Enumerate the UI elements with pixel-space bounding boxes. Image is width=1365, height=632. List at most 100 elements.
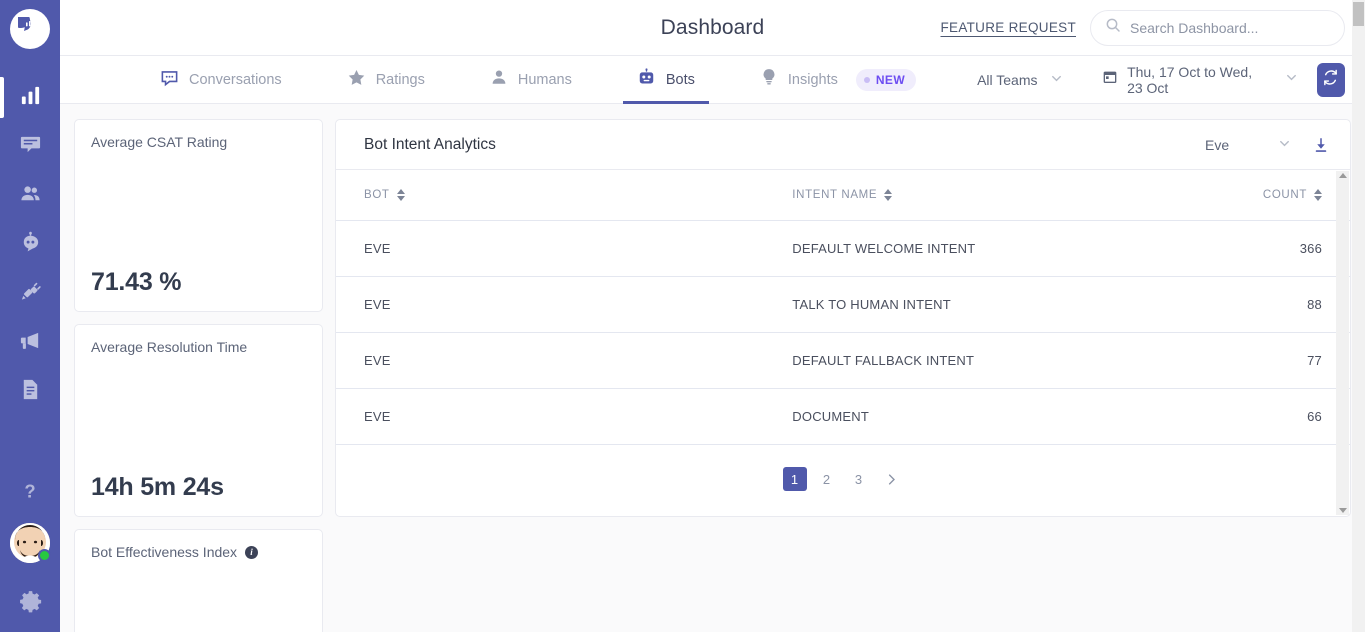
- badge-dot: [863, 76, 870, 83]
- chevron-down-icon: [1284, 70, 1299, 90]
- document-icon: [19, 378, 42, 406]
- app-logo[interactable]: [10, 9, 50, 49]
- date-range-picker[interactable]: Thu, 17 Oct to Wed, 23 Oct: [1102, 64, 1299, 96]
- tab-ratings[interactable]: Ratings: [333, 56, 439, 104]
- chevron-down-icon: [1049, 71, 1064, 89]
- sort-icon: [396, 189, 405, 201]
- chat-bubble-icon: [160, 68, 179, 92]
- tab-label: Ratings: [375, 71, 425, 88]
- card-value: 14h 5m 24s: [91, 473, 224, 501]
- cell-count: 66: [1147, 388, 1350, 445]
- col-count[interactable]: COUNT: [1147, 170, 1350, 221]
- search-box[interactable]: [1090, 9, 1345, 46]
- main-area: Dashboard FEATURE REQUEST Search Dashboa…: [60, 0, 1365, 632]
- sidebar-item-conversations[interactable]: [0, 122, 60, 171]
- page-scrollbar[interactable]: [1352, 0, 1365, 632]
- topbar-right: FEATURE REQUEST: [940, 9, 1365, 46]
- card-average-resolution-time: Average Resolution Time 14h 5m 24s: [74, 324, 323, 517]
- chat-analytics-logo-icon: [18, 17, 34, 31]
- robot-head-icon: [637, 67, 656, 92]
- sort-icon: [1314, 189, 1322, 201]
- table-row[interactable]: EVE DEFAULT WELCOME INTENT 366: [336, 220, 1350, 277]
- tab-label: Humans: [517, 71, 572, 88]
- tab-label: Conversations: [189, 71, 282, 88]
- panel-title: Bot Intent Analytics: [364, 135, 496, 153]
- card-title-label: Bot Effectiveness Index: [91, 544, 238, 560]
- col-label: COUNT: [1262, 189, 1307, 201]
- people-icon: [19, 182, 42, 210]
- cell-bot: EVE: [336, 332, 793, 389]
- megaphone-icon: [19, 329, 42, 357]
- search-input[interactable]: [1130, 19, 1330, 36]
- star-icon: [347, 68, 366, 92]
- cell-intent: DEFAULT WELCOME INTENT: [792, 220, 1148, 277]
- bot-intent-table: BOT INTENT NAME COUNT EVE DEFAULT WELCOM…: [336, 170, 1350, 445]
- tab-label: Insights: [787, 71, 838, 88]
- question-mark-icon[interactable]: ?: [17, 478, 43, 509]
- info-icon[interactable]: i: [245, 545, 259, 559]
- table-header-row: BOT INTENT NAME COUNT: [336, 170, 1350, 221]
- page-1-button[interactable]: 1: [782, 467, 807, 491]
- card-value: 71.43 %: [91, 268, 182, 296]
- col-label: INTENT NAME: [792, 189, 878, 201]
- metric-cards: Average CSAT Rating 71.43 % Average Reso…: [74, 119, 323, 632]
- tab-label: Bots: [665, 71, 695, 88]
- cell-count: 366: [1147, 220, 1350, 277]
- scrollbar-thumb[interactable]: [1353, 2, 1364, 26]
- sort-icon: [884, 189, 893, 201]
- tab-conversations[interactable]: Conversations: [146, 56, 296, 104]
- tab-bar-filters: All Teams Thu, 17 Oct to Wed, 23 Oct: [967, 62, 1365, 97]
- tab-humans[interactable]: Humans: [476, 56, 586, 104]
- panel-header-actions: Eve: [1195, 132, 1336, 158]
- intent-bot-dropdown-value: Eve: [1205, 136, 1230, 153]
- tab-bots[interactable]: Bots: [622, 56, 709, 104]
- intent-bot-dropdown[interactable]: Eve: [1195, 136, 1302, 154]
- page-3-button[interactable]: 3: [847, 467, 871, 491]
- sidebar-item-integrations[interactable]: [0, 269, 60, 318]
- sidebar-item-contacts[interactable]: [0, 171, 60, 220]
- date-range-value: Thu, 17 Oct to Wed, 23 Oct: [1127, 63, 1253, 96]
- table-row[interactable]: EVE DOCUMENT 66: [336, 388, 1350, 445]
- left-sidebar: ?: [0, 0, 60, 632]
- panel-header: Bot Intent Analytics Eve: [336, 120, 1350, 170]
- cell-intent: TALK TO HUMAN INTENT: [792, 276, 1148, 333]
- svg-text:?: ?: [24, 481, 35, 502]
- teams-dropdown[interactable]: All Teams: [967, 71, 1074, 89]
- next-page-button[interactable]: [879, 467, 904, 491]
- feature-request-link[interactable]: FEATURE REQUEST: [940, 20, 1076, 35]
- sidebar-bottom: ?: [0, 478, 60, 632]
- scroll-down-arrow[interactable]: [1338, 508, 1347, 513]
- cell-bot: EVE: [336, 276, 793, 333]
- card-title-label: Average CSAT Rating: [91, 134, 228, 150]
- table-row[interactable]: EVE DEFAULT FALLBACK INTENT 77: [336, 332, 1350, 389]
- pagination: 1 2 3: [336, 445, 1350, 513]
- refresh-button[interactable]: [1316, 62, 1345, 97]
- dashboard-app: ? Dashboard FEATURE REQUEST Search Dashb…: [0, 0, 1365, 632]
- download-icon[interactable]: [1306, 132, 1336, 158]
- chevron-down-icon: [1277, 136, 1292, 154]
- table-scrollbar[interactable]: [1336, 171, 1349, 515]
- scroll-up-arrow[interactable]: [1338, 173, 1347, 178]
- dashboard-content: Average CSAT Rating 71.43 % Average Reso…: [60, 105, 1365, 632]
- robot-icon: [19, 231, 42, 259]
- sidebar-item-analytics[interactable]: [0, 73, 60, 122]
- sidebar-item-campaigns[interactable]: [0, 318, 60, 367]
- top-bar: Dashboard FEATURE REQUEST: [60, 0, 1365, 56]
- tab-insights[interactable]: Insights NEW: [746, 56, 930, 104]
- chat-box-icon: [19, 133, 42, 161]
- page-2-button[interactable]: 2: [815, 467, 839, 491]
- online-status-dot: [38, 549, 51, 562]
- cell-bot: EVE: [336, 220, 793, 277]
- sidebar-item-bots[interactable]: [0, 220, 60, 269]
- cell-bot: EVE: [336, 388, 793, 445]
- col-intent-name[interactable]: INTENT NAME: [792, 170, 1148, 221]
- bar-chart-icon: [19, 84, 42, 112]
- sidebar-item-reports[interactable]: [0, 367, 60, 416]
- gear-icon[interactable]: [18, 589, 43, 619]
- table-row[interactable]: EVE TALK TO HUMAN INTENT 88: [336, 276, 1350, 333]
- avatar[interactable]: [10, 523, 51, 563]
- cell-count: 88: [1147, 276, 1350, 333]
- tab-bar: Conversations Ratings Humans Bots Insigh…: [60, 56, 1365, 104]
- col-bot[interactable]: BOT: [336, 170, 793, 221]
- card-title-label: Average Resolution Time: [91, 339, 248, 355]
